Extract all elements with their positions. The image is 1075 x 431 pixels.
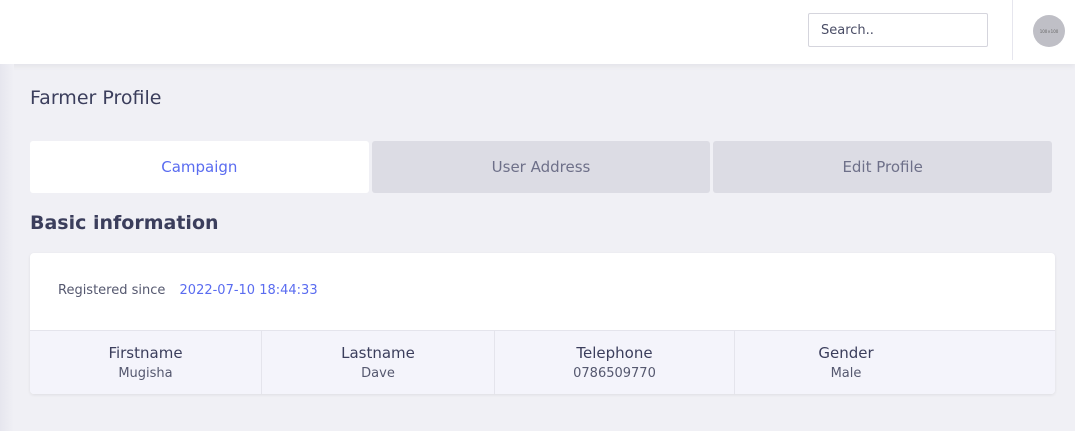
page-title: Farmer Profile (30, 87, 162, 109)
gender-value: Male (830, 366, 862, 381)
section-title-basic-information: Basic information (30, 212, 219, 234)
tab-campaign[interactable]: Campaign (30, 141, 369, 193)
tab-edit-profile[interactable]: Edit Profile (713, 141, 1053, 193)
top-divider (1012, 0, 1013, 60)
firstname-label: Firstname (108, 344, 183, 362)
telephone-cell: Telephone 0786509770 (495, 331, 735, 394)
telephone-label: Telephone (576, 344, 653, 362)
lastname-label: Lastname (341, 344, 415, 362)
profile-tabs: Campaign User Address Edit Profile (30, 141, 1053, 193)
firstname-cell: Firstname Mugisha (30, 331, 262, 394)
basic-info-card: Registered since 2022-07-10 18:44:33 Fir… (30, 253, 1055, 394)
avatar[interactable]: 100×100 (1033, 15, 1065, 47)
registered-date: 2022-07-10 18:44:33 (179, 283, 318, 298)
telephone-value: 0786509770 (573, 366, 656, 381)
registered-label: Registered since (58, 283, 166, 298)
tab-user-address[interactable]: User Address (371, 141, 711, 193)
top-bar: 100×100 (0, 0, 1075, 64)
lastname-cell: Lastname Dave (262, 331, 495, 394)
sidebar-edge (0, 64, 14, 431)
avatar-placeholder-text: 100×100 (1039, 28, 1059, 34)
firstname-value: Mugisha (118, 366, 173, 381)
search-input[interactable] (808, 13, 988, 47)
gender-label: Gender (818, 344, 874, 362)
lastname-value: Dave (361, 366, 395, 381)
registered-since: Registered since 2022-07-10 18:44:33 (58, 283, 318, 298)
info-row: Firstname Mugisha Lastname Dave Telephon… (30, 330, 1055, 394)
gender-cell: Gender Male (735, 331, 957, 394)
